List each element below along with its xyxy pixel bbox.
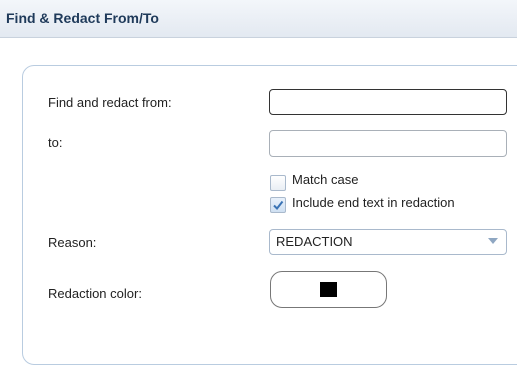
find-from-label: Find and redact from: bbox=[48, 95, 172, 110]
redaction-color-label: Redaction color: bbox=[48, 286, 142, 301]
include-end-text-checkbox[interactable] bbox=[270, 197, 286, 213]
match-case-checkbox[interactable] bbox=[270, 175, 286, 191]
to-input[interactable] bbox=[269, 130, 507, 157]
check-icon bbox=[273, 200, 284, 211]
find-from-input[interactable] bbox=[269, 89, 507, 115]
to-label: to: bbox=[48, 135, 63, 150]
include-end-text-label[interactable]: Include end text in redaction bbox=[292, 195, 455, 210]
match-case-label[interactable]: Match case bbox=[292, 172, 358, 187]
dialog-title: Find & Redact From/To bbox=[6, 10, 159, 26]
reason-label: Reason: bbox=[48, 235, 97, 250]
color-swatch bbox=[320, 282, 337, 297]
reason-select[interactable]: REDACTION bbox=[269, 229, 507, 255]
reason-selected-value: REDACTION bbox=[276, 234, 353, 249]
redaction-color-button[interactable] bbox=[270, 271, 387, 308]
dialog-titlebar: Find & Redact From/To bbox=[0, 0, 517, 38]
chevron-down-icon bbox=[488, 238, 498, 244]
